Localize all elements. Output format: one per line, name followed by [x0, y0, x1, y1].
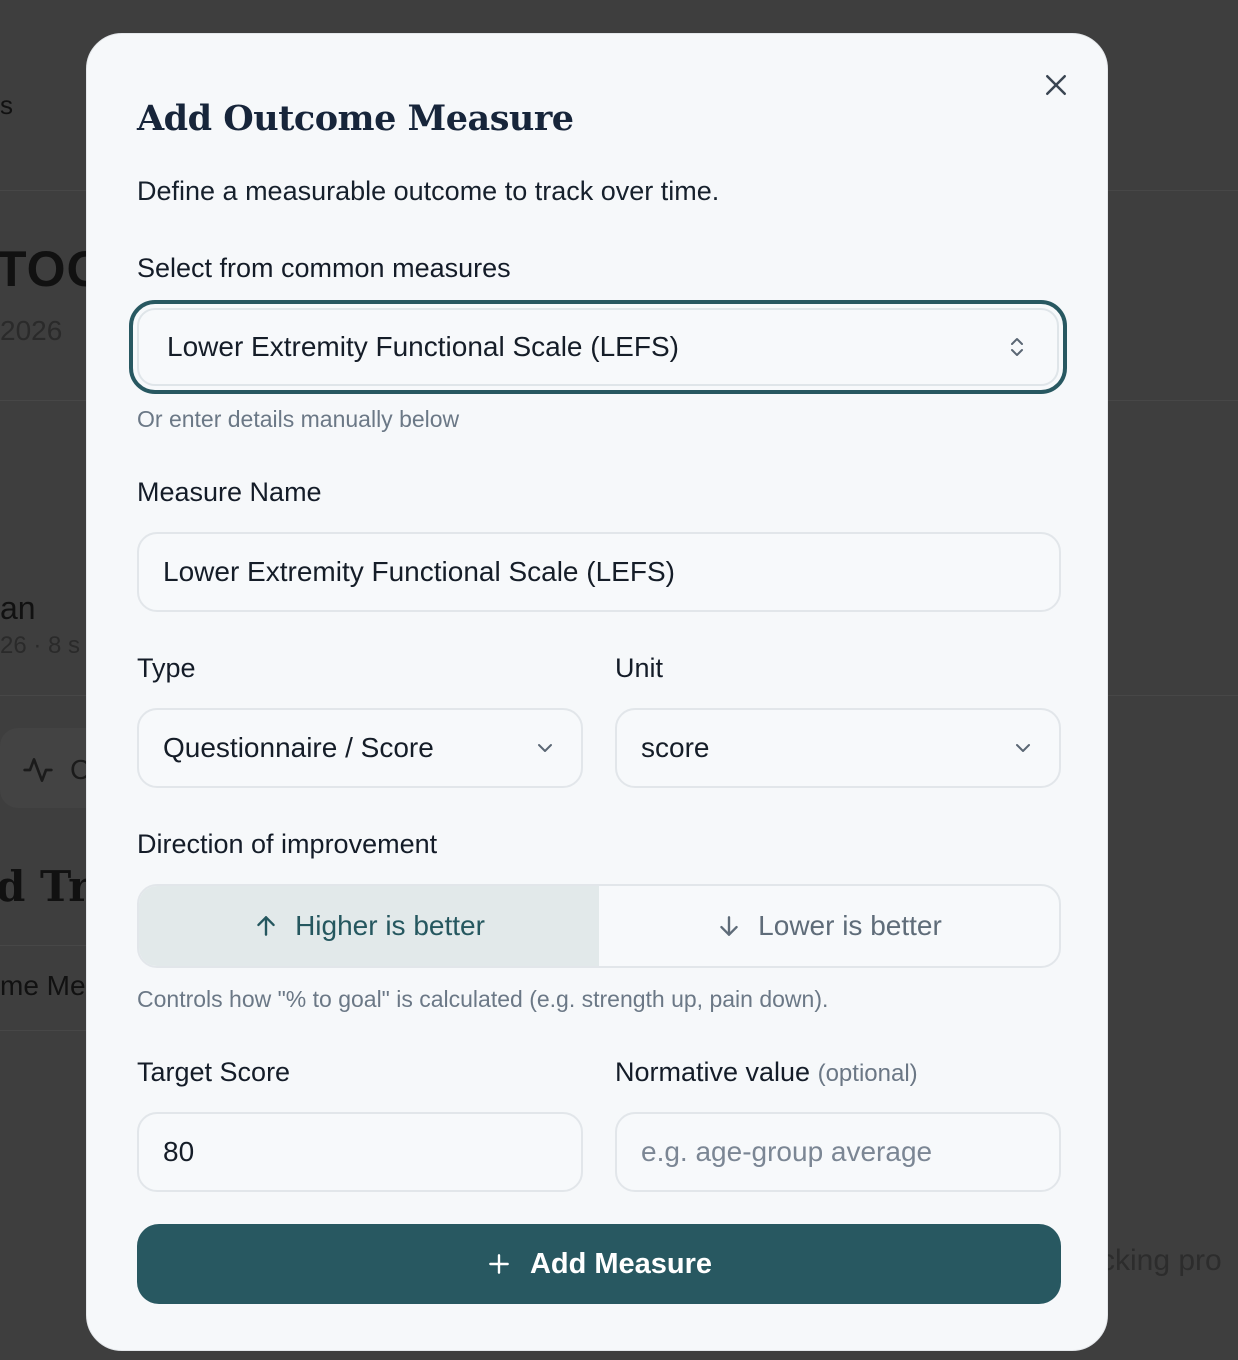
target-score-label: Target Score — [137, 1057, 291, 1087]
higher-is-better-option[interactable]: Higher is better — [139, 886, 599, 966]
add-measure-button[interactable]: Add Measure — [137, 1224, 1061, 1304]
measure-name-input[interactable] — [163, 556, 1035, 588]
background-text: 26 · 8 s — [0, 632, 81, 659]
arrow-up-icon — [257, 916, 275, 936]
direction-hint: Controls how "% to goal" is calculated (… — [137, 986, 829, 1012]
chevron-down-icon — [538, 744, 552, 752]
dialog-title: Add Outcome Measure — [137, 98, 574, 139]
background-heading: d Tr — [0, 862, 91, 911]
measure-name-label: Measure Name — [137, 477, 322, 507]
target-score-field[interactable] — [137, 1112, 583, 1192]
activity-icon — [23, 758, 53, 782]
direction-toggle: Higher is better Lower is better — [137, 884, 1061, 968]
background-text: 2026 — [0, 315, 63, 346]
divider — [0, 1030, 100, 1031]
arrow-down-icon — [720, 916, 738, 936]
add-measure-label: Add Measure — [529, 1247, 713, 1280]
add-outcome-measure-dialog: Add Outcome Measure Define a measurable … — [86, 33, 1108, 1351]
type-label: Type — [137, 653, 196, 683]
common-measures-selected: Lower Extremity Functional Scale (LEFS) — [167, 331, 679, 362]
common-measures-label: Select from common measures — [137, 253, 511, 283]
higher-is-better-label: Higher is better — [295, 910, 485, 941]
lower-is-better-option[interactable]: Lower is better — [599, 886, 1059, 966]
background-heading: an — [0, 590, 36, 626]
type-select[interactable]: Questionnaire / Score — [137, 708, 583, 788]
chevron-updown-icon — [1011, 338, 1023, 356]
manual-entry-hint: Or enter details manually below — [137, 406, 460, 432]
unit-label: Unit — [615, 653, 664, 683]
normative-value-label-text: Normative value — [615, 1057, 811, 1087]
unit-selected: score — [641, 732, 710, 763]
direction-label: Direction of improvement — [137, 829, 438, 859]
optional-tag: (optional) — [817, 1060, 918, 1087]
dialog-description: Define a measurable outcome to track ove… — [137, 176, 720, 206]
type-selected: Questionnaire / Score — [163, 732, 434, 763]
divider — [0, 945, 100, 946]
close-icon[interactable] — [1041, 70, 1071, 100]
target-score-input[interactable] — [163, 1136, 557, 1168]
unit-select[interactable]: score — [615, 708, 1061, 788]
chevron-down-icon — [1016, 744, 1030, 752]
normative-value-input[interactable] — [641, 1136, 1035, 1168]
normative-value-label: Normative value (optional) — [615, 1057, 918, 1088]
lower-is-better-label: Lower is better — [758, 910, 942, 941]
background-text: s — [0, 90, 13, 120]
measure-name-field[interactable] — [137, 532, 1061, 612]
common-measures-select[interactable]: Lower Extremity Functional Scale (LEFS) — [129, 300, 1067, 394]
plus-icon — [489, 1254, 509, 1274]
background-text: cking pro — [1100, 1244, 1222, 1277]
normative-value-field[interactable] — [615, 1112, 1061, 1192]
